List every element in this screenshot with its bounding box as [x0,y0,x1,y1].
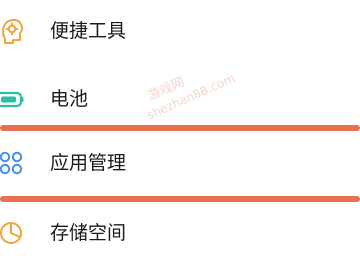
highlight-line-top [0,125,360,131]
app-grid-icon [0,150,24,176]
settings-item-label: 电池 [50,88,89,110]
settings-list: 便捷工具 电池 应用管理 存储空间 游戏网 shezhan88.com [0,0,360,270]
settings-item-battery[interactable]: 电池 [0,70,360,128]
settings-item-storage[interactable]: 存储空间 [0,204,360,262]
storage-pie-icon [0,220,24,246]
settings-item-label: 便捷工具 [50,20,127,42]
highlight-line-bottom [0,196,360,202]
settings-item-label: 应用管理 [50,152,127,174]
battery-icon [0,86,24,112]
settings-item-convenience-tools[interactable]: 便捷工具 [0,2,360,60]
accessibility-head-icon [0,18,24,44]
settings-item-app-management[interactable]: 应用管理 [0,134,360,192]
settings-item-label: 存储空间 [50,222,127,244]
